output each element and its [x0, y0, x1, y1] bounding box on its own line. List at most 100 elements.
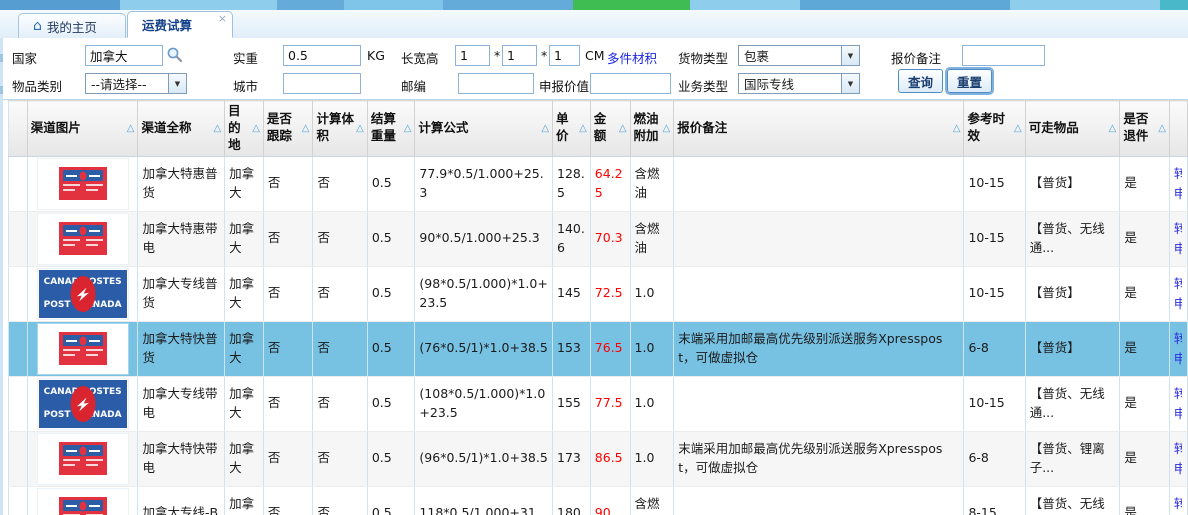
sort-icon[interactable]: △ — [403, 123, 412, 134]
postcode-input[interactable] — [458, 73, 534, 94]
cell-price: 140.6 — [553, 211, 591, 266]
tab-freight-calc[interactable]: 运费试算 × — [127, 11, 233, 38]
cell-vol: 否 — [313, 376, 367, 431]
sort-icon[interactable]: △ — [251, 123, 260, 134]
column-header-img[interactable]: 渠道图片△ — [27, 101, 138, 157]
cell-remark — [674, 211, 964, 266]
table-row[interactable]: 加拿大特快普货加拿大否否0.5(76*0.5/1)*1.0+38.515376.… — [9, 321, 1188, 376]
cell-dest: 加拿大 — [225, 431, 264, 486]
column-header-dest[interactable]: 目的地△ — [225, 101, 264, 157]
sort-icon[interactable]: △ — [618, 123, 627, 134]
cell-time: 10-15 — [964, 376, 1025, 431]
column-header-name[interactable]: 渠道全称△ — [138, 101, 225, 157]
clipped-menu-segment — [690, 0, 800, 10]
cell-fuel: 含燃油 — [630, 486, 674, 515]
table-row[interactable]: 加拿大特快带电加拿大否否0.5(96*0.5/1)*1.0+38.517386.… — [9, 431, 1188, 486]
cell-img — [27, 431, 138, 486]
sort-icon[interactable]: △ — [578, 123, 587, 134]
clipped-action-links[interactable]: 转申 — [1174, 329, 1183, 369]
quote-remark-input[interactable] — [962, 45, 1045, 66]
column-header-amount[interactable]: 金额△ — [590, 101, 630, 157]
column-header-fuel[interactable]: 燃油附加△ — [630, 101, 674, 157]
city-input[interactable] — [283, 73, 361, 94]
clipped-action-links[interactable]: 转申 — [1174, 384, 1183, 424]
column-header-ret[interactable]: 是否退件△ — [1120, 101, 1170, 157]
cell-dest: 加拿大 — [225, 156, 264, 211]
clipped-action-links[interactable]: 转申 — [1174, 164, 1183, 204]
cell-formula: (98*0.5/1.000)*1.0+23.5 — [415, 266, 553, 321]
table-row[interactable]: 加拿大专线-B加拿大否否0.5118*0.5/1.000+3118090含燃油8… — [9, 486, 1188, 515]
cell-vol: 否 — [313, 431, 367, 486]
country-input[interactable] — [85, 45, 163, 66]
cell-sel — [9, 156, 28, 211]
collapsed-panel-strip[interactable] — [0, 38, 3, 515]
column-header-time[interactable]: 参考时效△ — [964, 101, 1025, 157]
weight-unit: KG — [367, 48, 385, 63]
column-label: 结算重量 — [371, 111, 403, 145]
cell-weight: 0.5 — [367, 431, 415, 486]
column-header-price[interactable]: 单价△ — [553, 101, 591, 157]
item-category-select[interactable]: --请选择-- ▼ — [85, 73, 187, 94]
item-category-label: 物品类别 — [12, 76, 62, 95]
declared-value-input[interactable] — [590, 73, 671, 94]
sort-icon[interactable]: △ — [1108, 123, 1117, 134]
sort-icon[interactable]: △ — [540, 123, 549, 134]
column-header-goods[interactable]: 可走物品△ — [1025, 101, 1120, 157]
cargo-type-select[interactable]: 包裹 ▼ — [738, 45, 860, 66]
chevron-down-icon[interactable]: ▼ — [841, 46, 859, 65]
cell-sel — [9, 211, 28, 266]
weight-input[interactable] — [283, 45, 361, 66]
clipped-action-links[interactable]: 转申 — [1174, 219, 1183, 259]
column-header-weight[interactable]: 结算重量△ — [367, 101, 415, 157]
tab-my-homepage[interactable]: ⌂ 我的主页 — [18, 13, 126, 38]
clipped-action-links[interactable]: 转申 — [1174, 494, 1183, 515]
sort-icon[interactable]: △ — [661, 123, 670, 134]
cell-sel — [9, 266, 28, 321]
cell-sel — [9, 431, 28, 486]
cell-more: 转申 — [1169, 321, 1187, 376]
column-header-vol[interactable]: 计算体积△ — [313, 101, 367, 157]
reset-button[interactable]: 重置 — [947, 69, 992, 93]
dim-width-input[interactable] — [502, 45, 537, 66]
table-row[interactable]: CANADAPOSTESPOSTCANADA加拿大专线带电加拿大否否0.5(10… — [9, 376, 1188, 431]
dim-length-input[interactable] — [455, 45, 490, 66]
column-header-formula[interactable]: 计算公式 △ — [415, 101, 553, 157]
cell-ret: 是 — [1120, 156, 1170, 211]
multi-piece-volume-link[interactable]: 多件材积 — [607, 48, 657, 67]
column-label: 金额 — [594, 111, 618, 145]
business-type-select[interactable]: 国际专线 ▼ — [738, 73, 860, 94]
sort-icon[interactable]: △ — [301, 123, 310, 134]
sort-icon[interactable]: △ — [1013, 123, 1022, 134]
column-header-remark[interactable]: 报价备注△ — [674, 101, 964, 157]
clipped-menu-segment — [120, 0, 277, 10]
column-label: 计算公式 — [418, 120, 468, 137]
cell-more: 转申 — [1169, 211, 1187, 266]
search-icon[interactable] — [166, 46, 183, 66]
close-icon[interactable]: × — [218, 13, 227, 24]
cell-formula: 90*0.5/1.000+25.3 — [415, 211, 553, 266]
sort-icon[interactable]: △ — [212, 123, 221, 134]
canada-post-red-logo — [59, 497, 107, 515]
sort-icon[interactable]: △ — [952, 123, 961, 134]
sort-icon[interactable]: △ — [1157, 123, 1166, 134]
cell-sel — [9, 321, 28, 376]
clipped-action-links[interactable]: 转申 — [1174, 439, 1183, 479]
query-button[interactable]: 查询 — [898, 69, 943, 93]
cell-amount: 76.5 — [590, 321, 630, 376]
cell-name: 加拿大特快带电 — [138, 431, 225, 486]
cell-price: 155 — [553, 376, 591, 431]
table-row[interactable]: 加拿大特惠带电加拿大否否0.590*0.5/1.000+25.3140.670.… — [9, 211, 1188, 266]
sort-icon[interactable]: △ — [126, 123, 135, 134]
canada-post-blue-logo: CANADAPOSTESPOSTCANADA — [39, 380, 127, 428]
cell-more: 转申 — [1169, 431, 1187, 486]
sort-icon[interactable]: △ — [355, 123, 364, 134]
table-row[interactable]: CANADAPOSTESPOSTCANADA加拿大专线普货加拿大否否0.5(98… — [9, 266, 1188, 321]
table-row[interactable]: 加拿大特惠普货加拿大否否0.577.9*0.5/1.000+25.3128.56… — [9, 156, 1188, 211]
column-header-track[interactable]: 是否跟踪△ — [263, 101, 313, 157]
clipped-menu-segment — [1160, 0, 1188, 10]
clipped-action-links[interactable]: 转申 — [1174, 274, 1183, 314]
chevron-down-icon[interactable]: ▼ — [168, 74, 186, 93]
chevron-down-icon[interactable]: ▼ — [841, 74, 859, 93]
dim-height-input[interactable] — [549, 45, 580, 66]
cell-img — [27, 486, 138, 515]
